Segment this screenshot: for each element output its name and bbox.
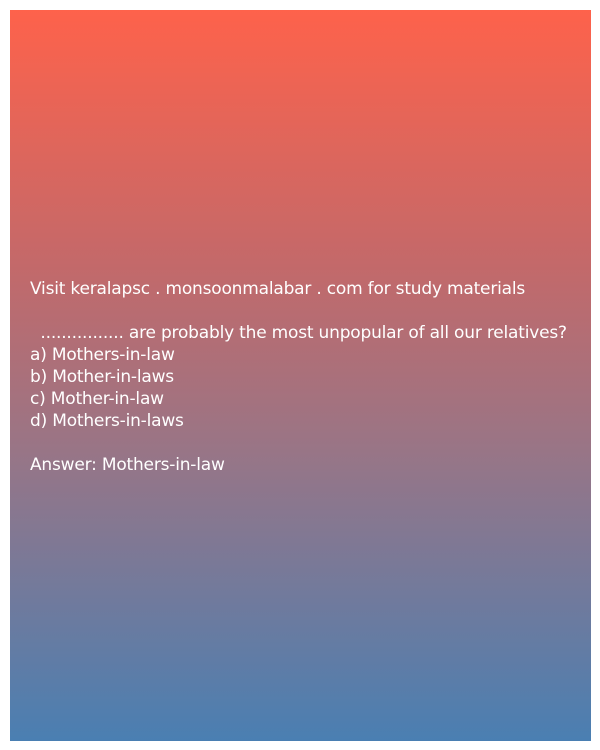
promo-text: Visit keralapsc . monsoonmalabar . com f… — [30, 279, 526, 299]
quiz-card: Visit keralapsc . monsoonmalabar . com f… — [10, 10, 591, 741]
answer-text: Answer: Mothers-in-law — [30, 455, 225, 475]
option-c: c) Mother-in-law — [30, 389, 164, 409]
option-b: b) Mother-in-laws — [30, 367, 174, 387]
quiz-content: Visit keralapsc . monsoonmalabar . com f… — [30, 278, 579, 476]
option-a: a) Mothers-in-law — [30, 345, 175, 365]
option-d: d) Mothers-in-laws — [30, 411, 184, 431]
question-text: ................ are probably the most u… — [30, 323, 567, 343]
